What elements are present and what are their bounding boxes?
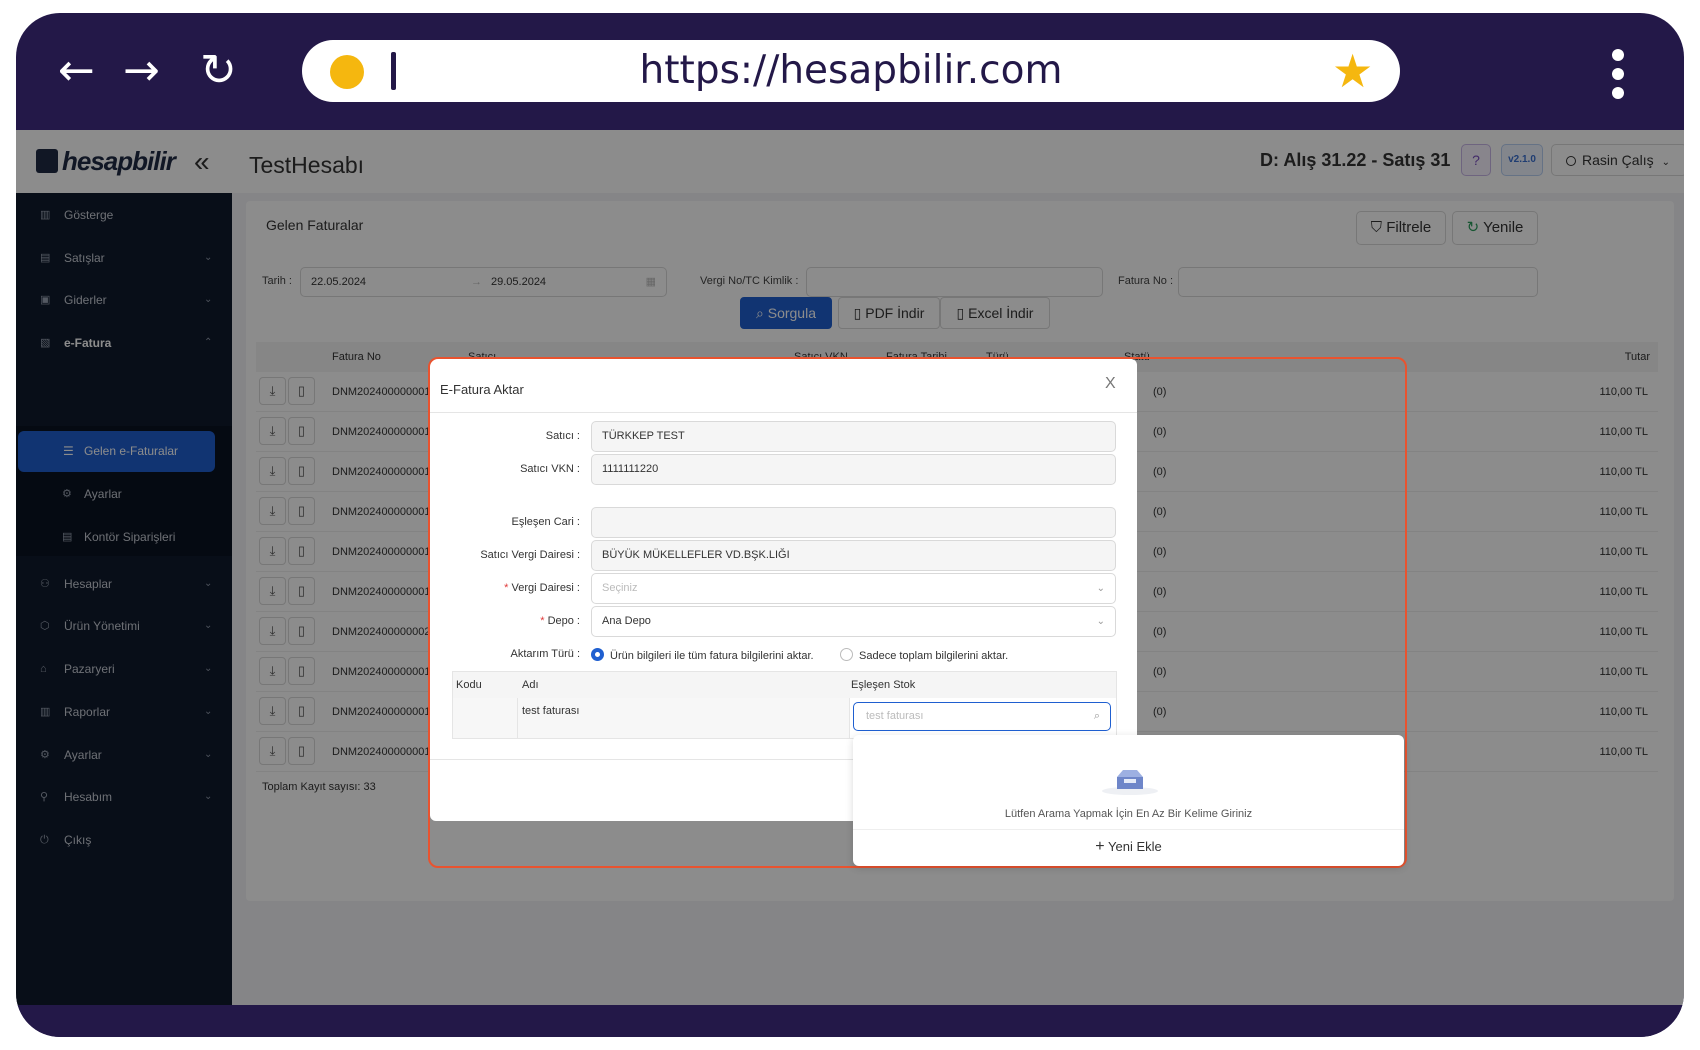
- plus-icon: +: [1095, 838, 1105, 855]
- bookmark-star-icon[interactable]: ★: [1332, 44, 1373, 98]
- forward-arrow-icon[interactable]: →: [123, 49, 160, 93]
- stock-search-dropdown: Lütfen Arama Yapmak İçin En Az Bir Kelim…: [853, 735, 1404, 866]
- address-bar[interactable]: https://hesapbilir.com ★: [302, 40, 1400, 102]
- browser-toolbar: ← → ↻ https://hesapbilir.com ★: [16, 13, 1684, 130]
- empty-search-message: Lütfen Arama Yapmak İçin En Az Bir Kelim…: [1004, 808, 1253, 820]
- app-window: hesapbilir « TestHesabı D: Alış 31.22 - …: [16, 130, 1684, 1005]
- url-text: https://hesapbilir.com: [639, 48, 1063, 93]
- divider: [853, 829, 1404, 830]
- back-arrow-icon[interactable]: ←: [58, 49, 95, 93]
- kebab-menu-icon[interactable]: [1612, 49, 1626, 106]
- add-new-button[interactable]: + Yeni Ekle: [853, 838, 1404, 856]
- empty-box-icon: [1102, 770, 1158, 795]
- browser-frame: ← → ↻ https://hesapbilir.com ★ hesapbili…: [16, 13, 1684, 1037]
- reload-icon[interactable]: ↻: [200, 49, 237, 93]
- browser-bottom-band: [16, 1005, 1684, 1037]
